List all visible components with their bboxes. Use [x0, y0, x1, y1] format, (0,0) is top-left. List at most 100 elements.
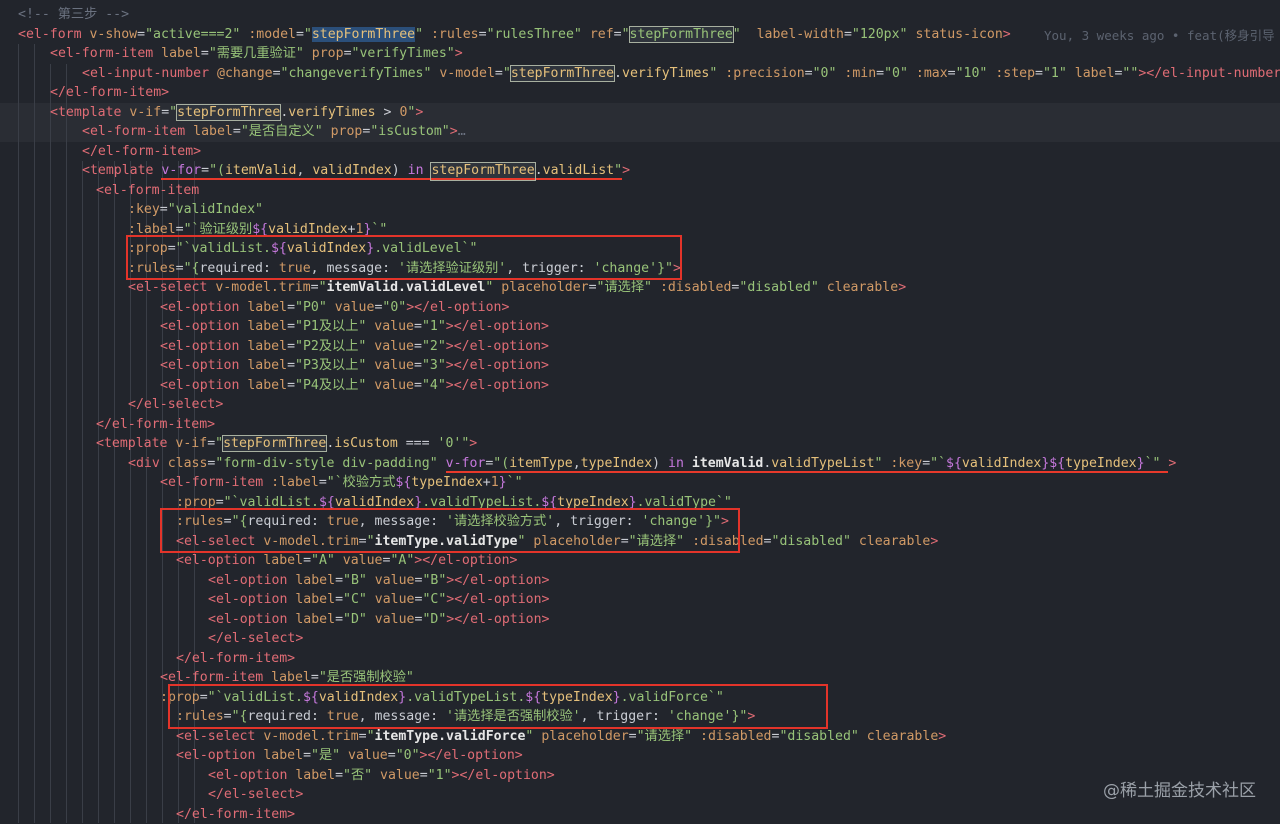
- code-line[interactable]: <el-option label="否" value="1"></el-opti…: [0, 766, 1280, 786]
- code-line[interactable]: <div class="form-div-style div-padding" …: [0, 454, 1280, 474]
- code-line[interactable]: </el-form-item>: [0, 415, 1280, 435]
- code-token: ></el-option>: [446, 339, 549, 354]
- code-line[interactable]: </el-select>: [0, 395, 1280, 415]
- code-token: v-show: [89, 27, 137, 42]
- code-line[interactable]: </el-form-item>: [0, 142, 1280, 162]
- code-token: 1: [491, 475, 499, 490]
- code-line[interactable]: <el-option label="C" value="C"></el-opti…: [0, 590, 1280, 610]
- code-token: `": [507, 475, 523, 490]
- code-token: <el-form-item: [50, 46, 153, 61]
- code-token: "否": [343, 768, 372, 783]
- code-token: "D": [343, 612, 367, 627]
- code-token: =: [414, 339, 422, 354]
- code-token: class: [168, 456, 208, 471]
- code-token: "changeverifyTimes": [281, 66, 432, 81]
- code-token: "B": [343, 573, 367, 588]
- code-token: =: [303, 748, 311, 763]
- code-line[interactable]: </el-select>: [0, 785, 1280, 805]
- code-token: ></el-option>: [420, 748, 523, 763]
- code-line[interactable]: <el-option label="P4及以上" value="4"></el-…: [0, 376, 1280, 396]
- code-token: [1067, 66, 1075, 81]
- code-token: :step: [995, 66, 1035, 81]
- code-token: clearable: [867, 729, 938, 744]
- code-line[interactable]: <el-option label="P1及以上" value="1"></el-…: [0, 317, 1280, 337]
- code-token: =: [629, 729, 637, 744]
- code-token: validIndex: [312, 163, 391, 180]
- code-line[interactable]: </el-form-item>: [0, 649, 1280, 669]
- code-token: ,: [573, 456, 581, 473]
- code-token: stepFormThree: [177, 105, 280, 120]
- code-token: =: [359, 729, 367, 744]
- code-line[interactable]: <el-option label="D" value="D"></el-opti…: [0, 610, 1280, 630]
- code-line[interactable]: <template v-if="stepFormThree.isCustom =…: [0, 434, 1280, 454]
- code-token: [263, 475, 271, 490]
- code-token: "disabled": [739, 280, 818, 295]
- code-token: ></el-option>: [446, 319, 549, 334]
- code-line[interactable]: <el-option label="P2及以上" value="2"></el-…: [0, 337, 1280, 357]
- code-token: <el-select: [176, 729, 255, 744]
- code-token: clearable: [827, 280, 898, 295]
- code-line[interactable]: <el-form-item :label="`校验方式${typeIndex+1…: [0, 473, 1280, 493]
- code-token: ": [415, 27, 423, 42]
- code-token: =: [414, 358, 422, 373]
- code-token: "3": [422, 358, 446, 373]
- code-token: [367, 573, 375, 588]
- code-token: >: [1168, 456, 1176, 471]
- code-line[interactable]: <el-option label="A" value="A"></el-opti…: [0, 551, 1280, 571]
- code-line[interactable]: <el-form-item: [0, 181, 1280, 201]
- code-line[interactable]: <template v-for="(itemValid, validIndex)…: [0, 161, 1280, 181]
- code-token: label: [247, 300, 287, 315]
- code-token: verifyTimes: [288, 105, 375, 120]
- code-token: ${: [395, 475, 411, 490]
- code-line[interactable]: <el-form-item label="是否自定义" prop="isCust…: [0, 122, 1280, 142]
- code-token: ": [367, 729, 375, 744]
- code-token: @change: [217, 66, 273, 81]
- code-token: label: [161, 46, 201, 61]
- code-line[interactable]: <el-option label="P0" value="0"></el-opt…: [0, 298, 1280, 318]
- code-token: ): [392, 163, 408, 180]
- code-token: in: [668, 456, 684, 473]
- code-token: </el-select>: [128, 397, 223, 412]
- code-token: "disabled": [772, 534, 851, 549]
- code-line[interactable]: <el-option label="P3及以上" value="3"></el-…: [0, 356, 1280, 376]
- code-token: [185, 124, 193, 139]
- code-token: [684, 456, 692, 473]
- code-line[interactable]: <el-form-item label="需要几重验证" prop="verif…: [0, 44, 1280, 64]
- code-line[interactable]: <el-option label="是" value="0"></el-opti…: [0, 746, 1280, 766]
- code-line[interactable]: :key="validIndex": [0, 200, 1280, 220]
- code-line[interactable]: </el-form-item>: [0, 83, 1280, 103]
- code-token: <el-option: [208, 592, 287, 607]
- code-line[interactable]: <el-select v-model.trim="itemType.validF…: [0, 727, 1280, 747]
- code-token: [652, 280, 660, 295]
- code-token: ,: [296, 163, 312, 180]
- code-token: stepFormThree: [511, 66, 614, 81]
- code-line[interactable]: </el-select>: [0, 629, 1280, 649]
- code-line[interactable]: <el-select v-model.trim="itemValid.valid…: [0, 278, 1280, 298]
- code-token: "0": [396, 748, 420, 763]
- code-token: <el-form-item: [160, 475, 263, 490]
- code-token: <div: [128, 456, 160, 471]
- code-token: ></el-option>: [446, 592, 549, 607]
- code-line[interactable]: <el-option label="B" value="B"></el-opti…: [0, 571, 1280, 591]
- code-token: </el-select>: [208, 787, 303, 802]
- code-line[interactable]: <!-- 第三步 -->: [0, 5, 1280, 25]
- code-token: placeholder: [501, 280, 588, 295]
- code-line[interactable]: <template v-if="stepFormThree.verifyTime…: [0, 103, 1280, 123]
- code-token: validTypeList: [771, 456, 874, 473]
- code-token: <el-form-item: [82, 124, 185, 139]
- code-token: v-if: [129, 105, 161, 120]
- code-token: =: [319, 475, 327, 490]
- code-token: ": [503, 66, 511, 81]
- code-token: validList: [543, 163, 614, 180]
- code-token: =: [948, 66, 956, 81]
- code-token: :max: [916, 66, 948, 81]
- code-token: <el-option: [208, 573, 287, 588]
- code-editor[interactable]: <!-- 第三步 --><el-form v-show="active===2"…: [0, 0, 1280, 823]
- code-token: label: [263, 748, 303, 763]
- code-token: >: [930, 534, 938, 549]
- code-line[interactable]: <el-input-number @change="changeverifyTi…: [0, 64, 1280, 84]
- code-token: [323, 124, 331, 139]
- code-line[interactable]: </el-form-item>: [0, 805, 1280, 824]
- code-token: placeholder: [541, 729, 628, 744]
- code-token: isCustom: [334, 436, 398, 451]
